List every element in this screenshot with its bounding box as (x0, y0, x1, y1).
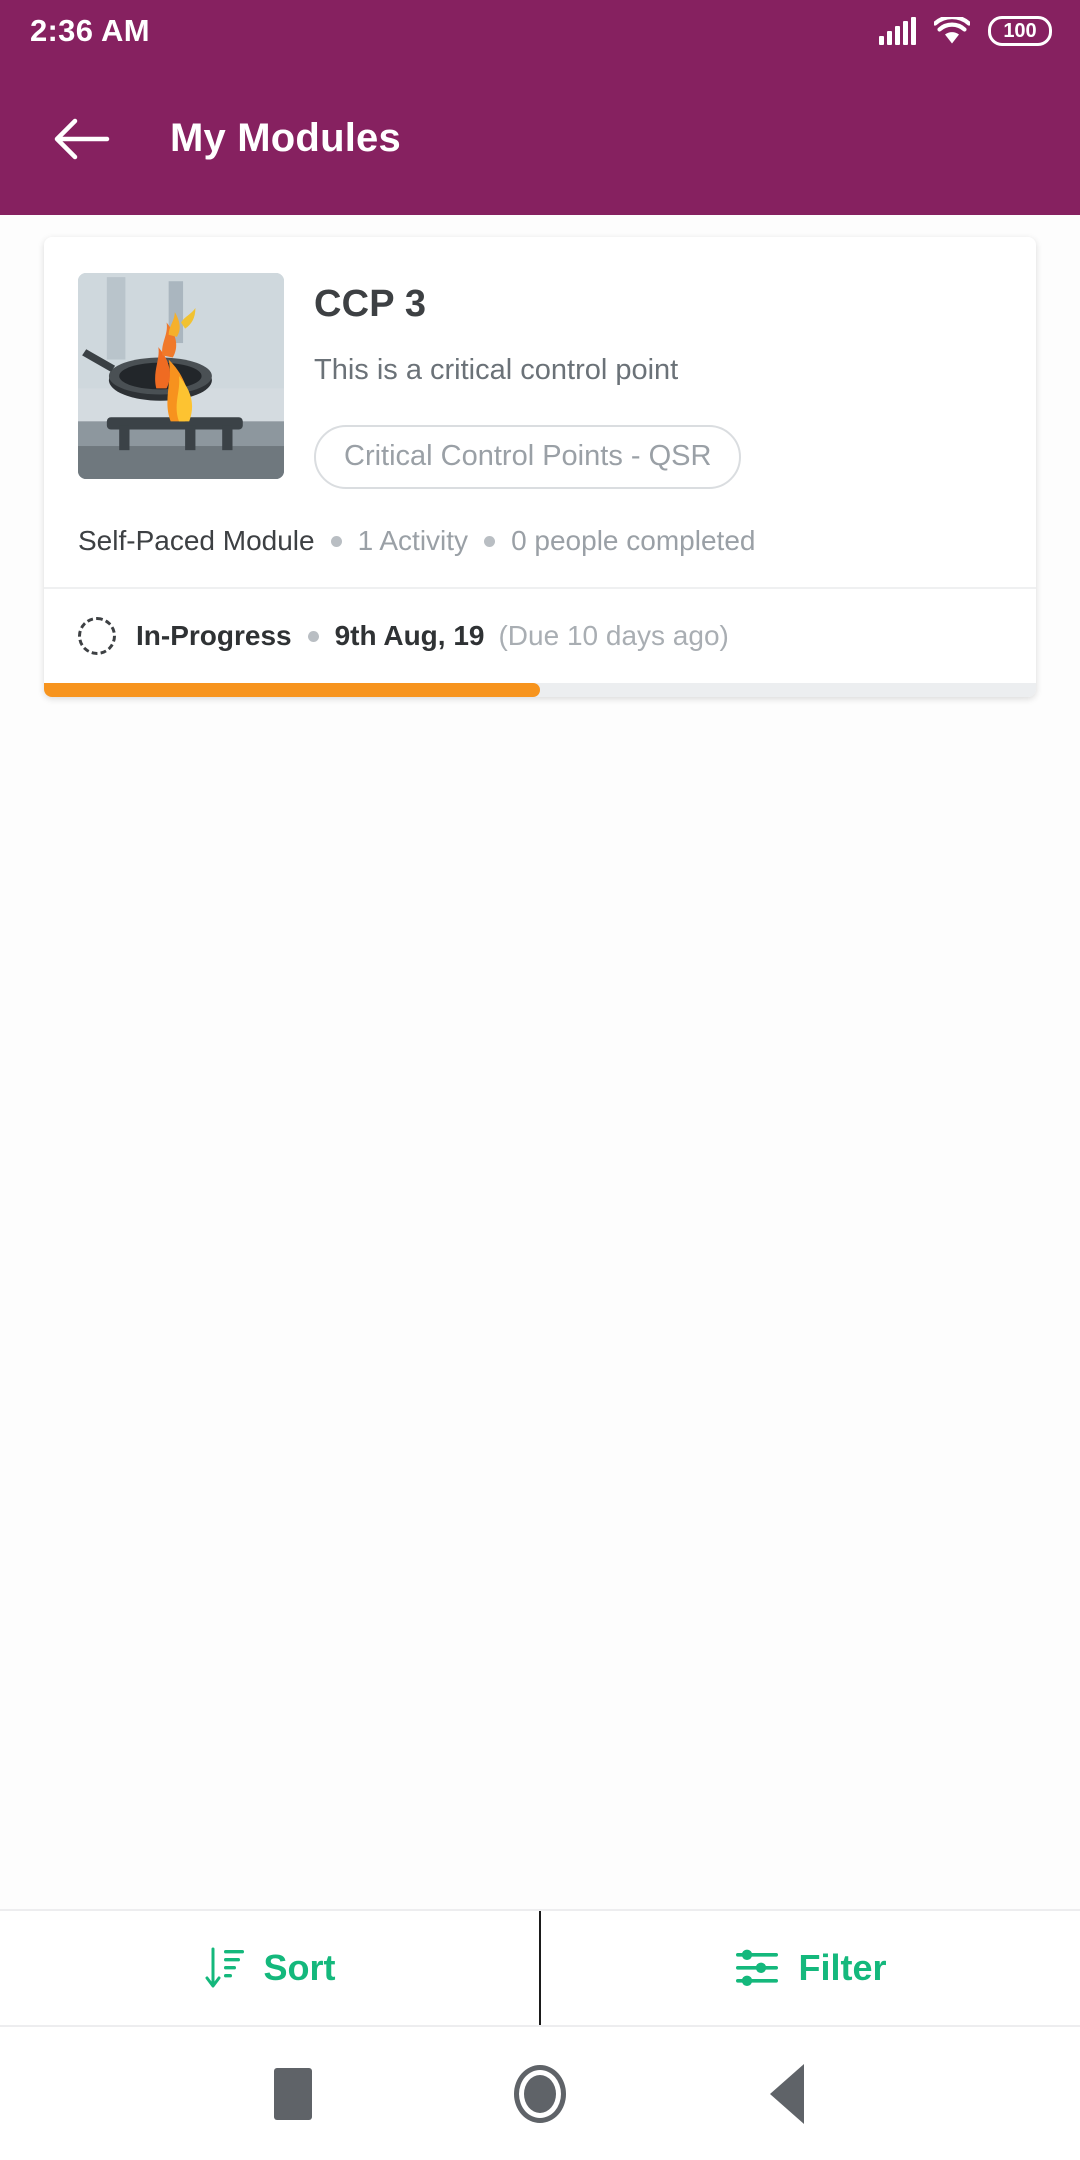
module-progress-fill (44, 683, 540, 697)
module-overdue-label: (Due 10 days ago) (498, 620, 729, 651)
status-badge: In-Progress (136, 620, 292, 651)
sort-button-label: Sort (263, 1947, 336, 1988)
battery-level-label: 100 (1003, 20, 1037, 42)
bottom-action-bar: Sort Filter (0, 1909, 1080, 2027)
nav-back-button[interactable] (742, 2049, 832, 2139)
app-screen: 2:36 AM 100 My Modules CCP 3 This is a c… (0, 0, 1080, 2160)
page-title: My Modules (170, 116, 401, 160)
nav-home-button[interactable] (495, 2049, 585, 2139)
module-card[interactable]: CCP 3 This is a critical control point C… (44, 237, 1036, 697)
filter-button[interactable]: Filter (541, 1911, 1080, 2025)
module-title: CCP 3 (314, 283, 427, 325)
sort-descending-icon (205, 1947, 244, 1988)
meta-separator-dot (307, 630, 319, 642)
back-arrow-icon (54, 118, 110, 159)
module-category-chip[interactable]: Critical Control Points - QSR (314, 425, 742, 489)
circle-home-icon (513, 2064, 566, 2123)
module-thumbnail (78, 273, 284, 479)
module-card-header: CCP 3 This is a critical control point C… (44, 237, 1036, 489)
status-bar-icons: 100 (879, 16, 1052, 46)
square-recents-icon (274, 2067, 313, 2120)
module-info: CCP 3 This is a critical control point C… (284, 273, 1002, 489)
module-description: This is a critical control point (314, 354, 679, 386)
wifi-icon (934, 17, 970, 44)
back-button[interactable] (48, 106, 114, 172)
filter-sliders-icon (736, 1949, 779, 1986)
filter-button-label: Filter (798, 1947, 887, 1988)
meta-separator-dot (484, 535, 496, 547)
android-nav-bar (0, 2027, 1080, 2160)
signal-bars-icon (879, 17, 916, 45)
module-activity-count: 1 Activity (357, 525, 469, 556)
status-bar: 2:36 AM 100 (0, 0, 1080, 62)
meta-separator-dot (330, 535, 342, 547)
sort-button[interactable]: Sort (0, 1911, 539, 2025)
module-due-date: 9th Aug, 19 (334, 620, 485, 651)
triangle-back-icon (769, 2063, 804, 2124)
flaming-pan-photo (78, 273, 284, 479)
module-meta-row: Self-Paced Module 1 Activity 0 people co… (44, 489, 1036, 589)
app-bar: My Modules (0, 62, 1080, 215)
module-type-label: Self-Paced Module (78, 525, 315, 556)
module-completion-count: 0 people completed (511, 525, 756, 556)
module-status-row: In-Progress 9th Aug, 19 (Due 10 days ago… (44, 589, 1036, 683)
dashed-circle-icon (78, 617, 116, 655)
module-progress-track (44, 683, 1036, 697)
battery-icon: 100 (988, 16, 1052, 46)
nav-recents-button[interactable] (248, 2049, 338, 2139)
status-bar-clock: 2:36 AM (30, 13, 150, 48)
